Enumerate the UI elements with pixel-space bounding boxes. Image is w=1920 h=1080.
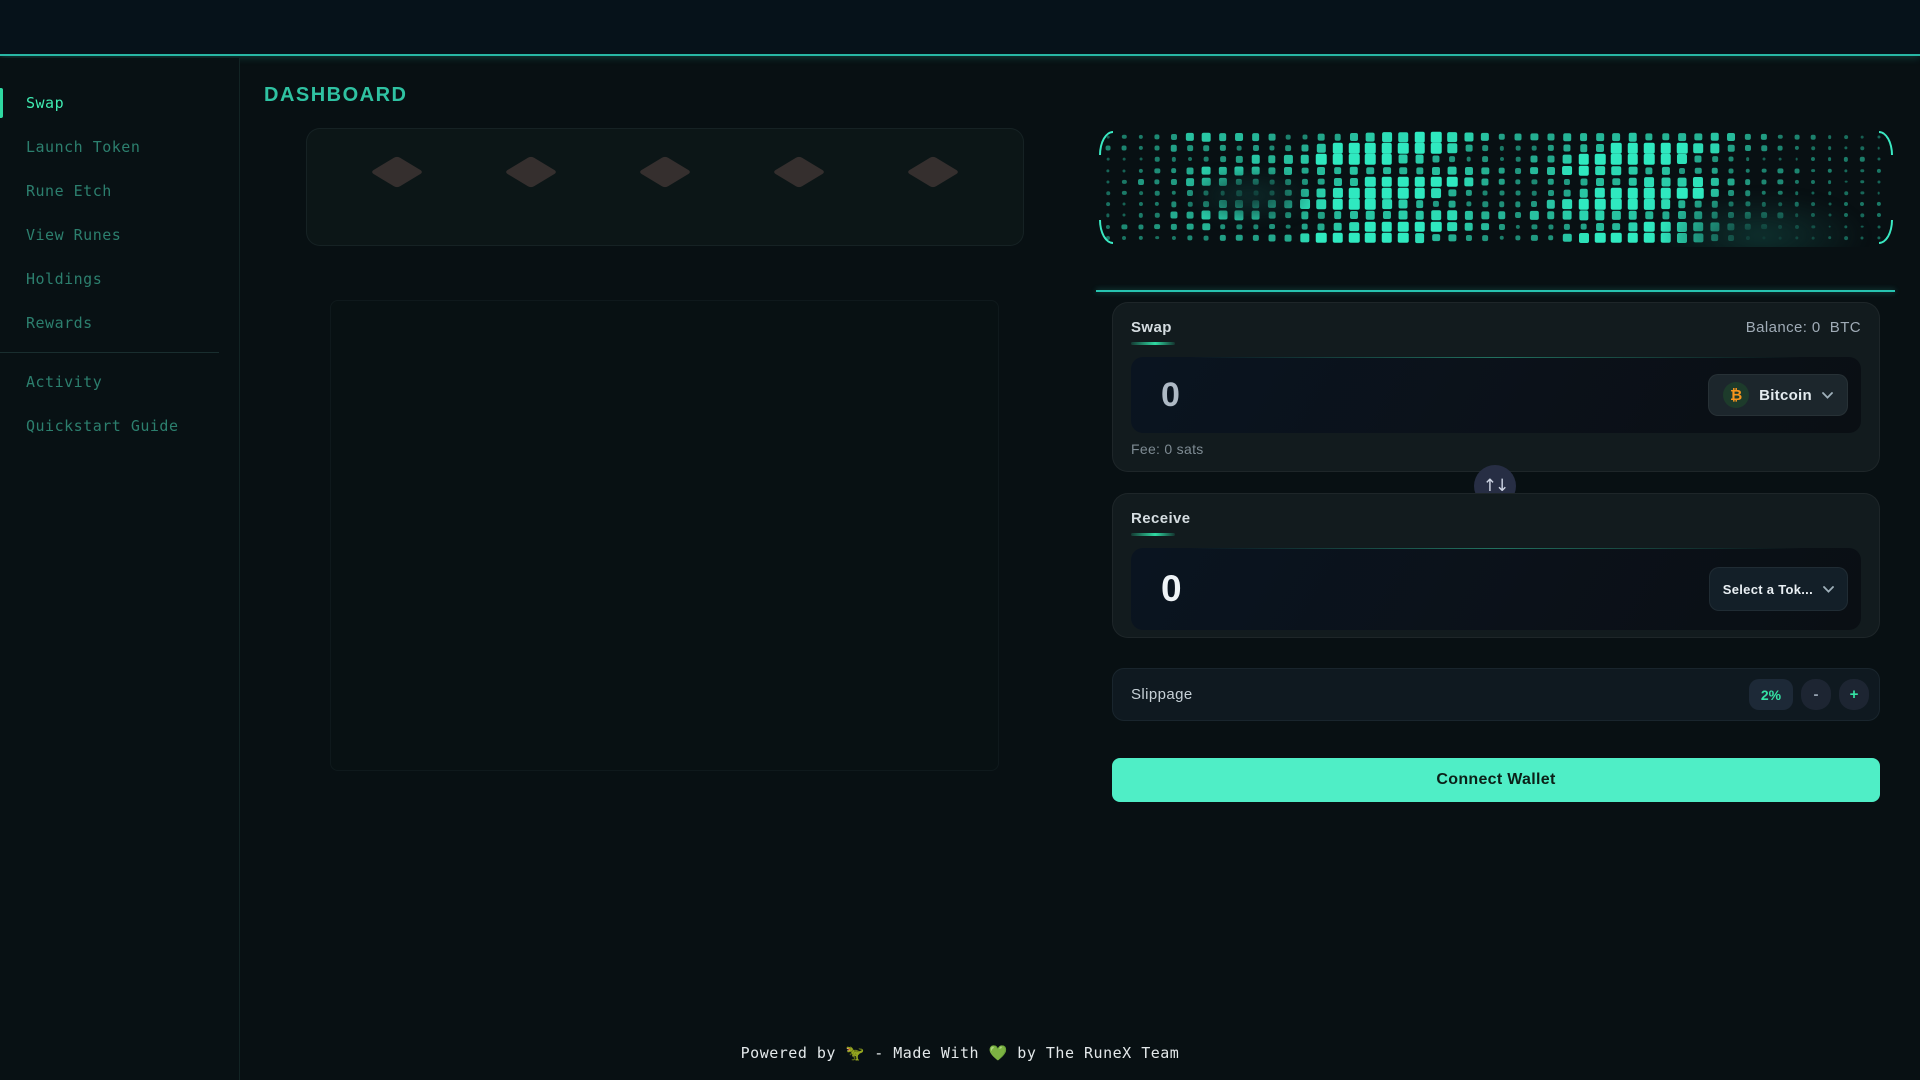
sidebar-item-activity[interactable]: Activity: [0, 365, 239, 399]
sidebar-item-holdings[interactable]: Holdings: [0, 262, 239, 296]
runex-app: Swap Launch Token Rune Etch View Runes H…: [0, 0, 1920, 1080]
receive-amount-row: 0 Select a Tok...: [1131, 548, 1861, 630]
diamond-placeholder: [906, 154, 960, 190]
footer-prefix: Powered by: [740, 1044, 846, 1062]
slippage-bar: Slippage 2% - +: [1112, 668, 1880, 721]
top-header: [0, 0, 1920, 56]
swap-panel: Swap Balance: 0 BTC 0 ₿ Bitcoin Fee: 0 s…: [1112, 302, 1880, 472]
swap-amount-input[interactable]: 0: [1161, 376, 1180, 415]
swap-amount-row: 0 ₿ Bitcoin: [1131, 357, 1861, 433]
slippage-increase-button[interactable]: +: [1839, 679, 1869, 710]
slippage-label: Slippage: [1131, 686, 1193, 703]
chevron-down-icon: [1822, 391, 1833, 399]
green-heart-emoji: 💚: [988, 1044, 1008, 1062]
select-token-label: Select a Tok...: [1722, 581, 1813, 597]
sidebar: Swap Launch Token Rune Etch View Runes H…: [0, 58, 240, 1080]
stats-placeholder-card: [306, 128, 1024, 246]
sidebar-item-label: Rewards: [26, 314, 93, 332]
divider-line: [1096, 290, 1895, 292]
swap-section-label: Swap: [1131, 319, 1175, 345]
page-title: DASHBOARD: [264, 84, 408, 106]
diamond-placeholder: [370, 154, 424, 190]
footer-suffix: by The RuneX Team: [1007, 1044, 1180, 1062]
chart-placeholder-card: [330, 300, 999, 771]
banner-glow-blob: [1160, 156, 1340, 236]
balance-text: Balance: 0 BTC: [1745, 319, 1861, 336]
sidebar-item-label: Launch Token: [26, 138, 141, 156]
sidebar-item-label: Activity: [26, 373, 103, 391]
sidebar-item-label: Rune Etch: [26, 182, 112, 200]
diamond-placeholder: [504, 154, 558, 190]
receive-section-label: Receive: [1131, 510, 1191, 536]
slippage-decrease-button[interactable]: -: [1801, 679, 1831, 710]
slippage-controls: 2% - +: [1749, 679, 1869, 710]
sidebar-item-label: View Runes: [26, 226, 122, 244]
token-name: Bitcoin: [1759, 386, 1812, 404]
sidebar-item-rune-etch[interactable]: Rune Etch: [0, 174, 239, 208]
chevron-down-icon: [1823, 585, 1834, 593]
trex-emoji: 🦖: [845, 1044, 865, 1062]
fee-text: Fee: 0 sats: [1131, 441, 1204, 457]
connect-wallet-button[interactable]: Connect Wallet: [1112, 758, 1880, 802]
footer-mid: - Made With: [864, 1044, 989, 1062]
sidebar-divider: [0, 352, 219, 353]
receive-panel: Receive 0 Select a Tok...: [1112, 493, 1880, 638]
slippage-value: 2%: [1749, 679, 1793, 710]
token-select-button[interactable]: ₿ Bitcoin: [1708, 374, 1848, 416]
receive-amount-input[interactable]: 0: [1161, 568, 1182, 610]
diamond-placeholder: [772, 154, 826, 190]
bitcoin-icon: ₿: [1723, 382, 1750, 408]
select-token-button[interactable]: Select a Tok...: [1708, 567, 1848, 611]
sidebar-item-label: Swap: [26, 94, 65, 112]
dot-matrix-banner: [1096, 128, 1896, 247]
sidebar-item-swap[interactable]: Swap: [0, 86, 239, 120]
sidebar-item-rewards[interactable]: Rewards: [0, 306, 239, 340]
sidebar-item-launch-token[interactable]: Launch Token: [0, 130, 239, 164]
sidebar-item-label: Quickstart Guide: [26, 417, 179, 435]
footer-text: Powered by 🦖 - Made With 💚 by The RuneX …: [0, 1044, 1920, 1062]
sidebar-item-quickstart-guide[interactable]: Quickstart Guide: [0, 409, 239, 443]
sidebar-item-view-runes[interactable]: View Runes: [0, 218, 239, 252]
sidebar-item-label: Holdings: [26, 270, 103, 288]
diamond-placeholder: [638, 154, 692, 190]
